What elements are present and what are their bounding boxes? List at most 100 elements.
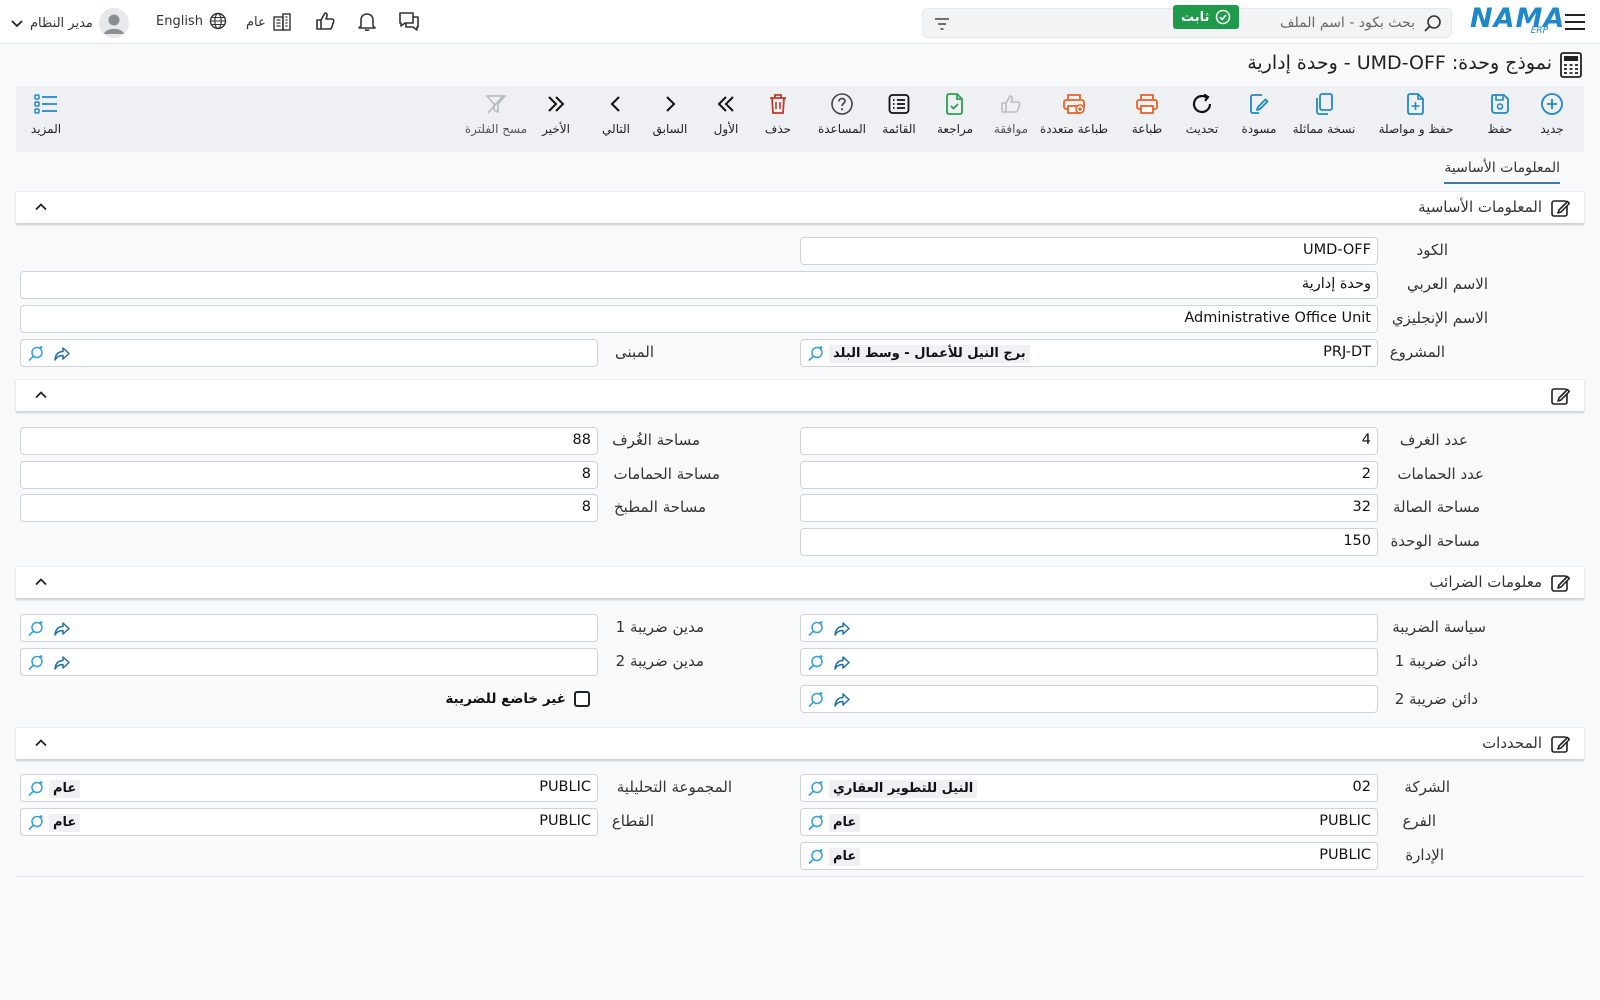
organization-label: عام bbox=[246, 14, 266, 30]
analytic-group-field[interactable]: PUBLIC عام bbox=[20, 774, 598, 802]
section-areas-header[interactable] bbox=[16, 379, 1584, 411]
tax-debtor-2-field[interactable] bbox=[20, 648, 598, 676]
more-button[interactable]: المزيد bbox=[26, 92, 66, 136]
hall-area-field[interactable]: 32 bbox=[800, 494, 1378, 522]
hall-area-label: مساحة الصالة bbox=[1393, 498, 1480, 516]
section-basic-info-header[interactable]: المعلومات الأساسية bbox=[16, 191, 1584, 223]
sector-field[interactable]: PUBLIC عام bbox=[20, 808, 598, 836]
lookup-search-icon[interactable] bbox=[27, 654, 45, 672]
unit-area-field[interactable]: 150 bbox=[800, 528, 1378, 556]
edit-icon bbox=[1551, 200, 1570, 217]
bathrooms-count-field[interactable]: 2 bbox=[800, 461, 1378, 489]
user-menu[interactable]: مدير النظام bbox=[10, 8, 129, 38]
lookup-search-icon[interactable] bbox=[27, 345, 45, 363]
code-field[interactable]: UMD-OFF bbox=[800, 237, 1378, 265]
check-circle-icon bbox=[1216, 9, 1231, 25]
tax-creditor-1-label: دائن ضريبة 1 bbox=[1394, 652, 1478, 670]
save-button[interactable]: حفظ bbox=[1474, 92, 1526, 136]
company-field[interactable]: 02 النيل للتطوير العقاري bbox=[800, 774, 1378, 802]
tab-basic-info[interactable]: المعلومات الأساسية bbox=[1444, 160, 1560, 184]
share-arrow-icon[interactable] bbox=[53, 345, 71, 363]
print-label: طباعة bbox=[1131, 122, 1163, 136]
lookup-search-icon[interactable] bbox=[807, 691, 825, 709]
previous-button[interactable]: السابق bbox=[650, 92, 690, 136]
plus-circle-icon bbox=[1541, 93, 1563, 115]
thumbs-up-icon bbox=[316, 12, 335, 30]
lookup-search-icon[interactable] bbox=[807, 848, 825, 866]
language-switch[interactable]: English bbox=[156, 12, 227, 30]
share-arrow-icon[interactable] bbox=[833, 691, 851, 709]
tax-debtor-1-field[interactable] bbox=[20, 614, 598, 642]
branch-field[interactable]: PUBLIC عام bbox=[800, 808, 1378, 836]
approve-label: موافقة bbox=[993, 122, 1029, 136]
multi-print-button[interactable]: طباعة متعددة bbox=[1024, 92, 1124, 136]
main-menu-button[interactable] bbox=[1564, 12, 1586, 32]
section-title: معلومات الضرائب bbox=[1429, 573, 1542, 591]
last-button[interactable]: الأخير bbox=[536, 92, 576, 136]
not-taxable-checkbox[interactable] bbox=[574, 691, 590, 707]
kitchen-area-label: مساحة المطبخ bbox=[614, 498, 706, 516]
share-arrow-icon[interactable] bbox=[833, 620, 851, 638]
file-check-icon bbox=[946, 93, 963, 115]
section-dimensions-header[interactable]: المحددات bbox=[16, 727, 1584, 759]
chevron-up-icon[interactable] bbox=[34, 575, 48, 589]
department-field[interactable]: PUBLIC عام bbox=[800, 842, 1378, 870]
language-label: English bbox=[156, 13, 203, 29]
lookup-search-icon[interactable] bbox=[27, 620, 45, 638]
next-button[interactable]: التالي bbox=[596, 92, 636, 136]
chevron-up-icon[interactable] bbox=[34, 200, 48, 214]
save-label: حفظ bbox=[1487, 122, 1513, 136]
like-button[interactable] bbox=[314, 10, 336, 32]
notifications-button[interactable] bbox=[356, 10, 378, 32]
review-button[interactable]: مراجعة bbox=[930, 92, 980, 136]
tax-policy-field[interactable] bbox=[800, 614, 1378, 642]
share-arrow-icon[interactable] bbox=[53, 654, 71, 672]
save-continue-button[interactable]: حفظ و مواصلة bbox=[1368, 92, 1464, 136]
print-button[interactable]: طباعة bbox=[1122, 92, 1172, 136]
rooms-count-field[interactable]: 4 bbox=[800, 427, 1378, 455]
lookup-search-icon[interactable] bbox=[27, 814, 45, 832]
list-button[interactable]: القائمة bbox=[874, 92, 924, 136]
edit-icon bbox=[1551, 575, 1570, 592]
not-taxable-label: غير خاضع للضريبة bbox=[445, 691, 566, 707]
building-field[interactable] bbox=[20, 339, 598, 367]
arabic-name-field[interactable]: وحدة إدارية bbox=[20, 271, 1378, 299]
organization-switch[interactable]: عام bbox=[246, 12, 292, 32]
project-code: PRJ-DT bbox=[1323, 344, 1371, 360]
tax-creditor-1-field[interactable] bbox=[800, 648, 1378, 676]
draft-button[interactable]: مسودة bbox=[1234, 92, 1284, 136]
section-tax-header[interactable]: معلومات الضرائب bbox=[16, 566, 1584, 598]
help-button[interactable]: المساعدة bbox=[812, 92, 872, 136]
lookup-search-icon[interactable] bbox=[807, 620, 825, 638]
new-button[interactable]: جديد bbox=[1532, 92, 1572, 136]
first-button[interactable]: الأول bbox=[708, 92, 744, 136]
english-name-field[interactable]: Administrative Office Unit bbox=[20, 305, 1378, 333]
refresh-button[interactable]: تحديث bbox=[1176, 92, 1228, 136]
lookup-search-icon[interactable] bbox=[27, 780, 45, 798]
chevron-up-icon[interactable] bbox=[34, 388, 48, 402]
messages-button[interactable] bbox=[397, 10, 421, 32]
lookup-search-icon[interactable] bbox=[807, 814, 825, 832]
chevron-up-icon[interactable] bbox=[34, 736, 48, 750]
clear-filter-button[interactable]: مسح الفلترة bbox=[464, 92, 528, 136]
lookup-search-icon[interactable] bbox=[807, 345, 825, 363]
rooms-area-value: 88 bbox=[572, 432, 591, 448]
nama-logo[interactable]: NAMA ERP bbox=[1470, 4, 1564, 40]
section-title: المعلومات الأساسية bbox=[1418, 198, 1542, 216]
filter-icon[interactable] bbox=[933, 15, 951, 33]
share-arrow-icon[interactable] bbox=[53, 620, 71, 638]
approve-button[interactable]: موافقة bbox=[986, 92, 1036, 136]
share-arrow-icon[interactable] bbox=[833, 654, 851, 672]
lookup-search-icon[interactable] bbox=[807, 780, 825, 798]
chevron-right-icon bbox=[666, 96, 676, 112]
thumbs-up-icon bbox=[1001, 95, 1021, 113]
kitchen-area-field[interactable]: 8 bbox=[20, 494, 598, 522]
lookup-search-icon[interactable] bbox=[807, 654, 825, 672]
rooms-area-field[interactable]: 88 bbox=[20, 427, 598, 455]
tax-creditor-2-field[interactable] bbox=[800, 685, 1378, 713]
project-field[interactable]: PRJ-DT برج النيل للأعمال - وسط البلد bbox=[800, 339, 1378, 367]
duplicate-button[interactable]: نسخة مماثلة bbox=[1288, 92, 1360, 136]
top-bar: مدير النظام English عام NAMA ERP bbox=[0, 0, 1600, 44]
bathrooms-area-field[interactable]: 8 bbox=[20, 461, 598, 489]
delete-button[interactable]: حذف bbox=[760, 92, 796, 136]
